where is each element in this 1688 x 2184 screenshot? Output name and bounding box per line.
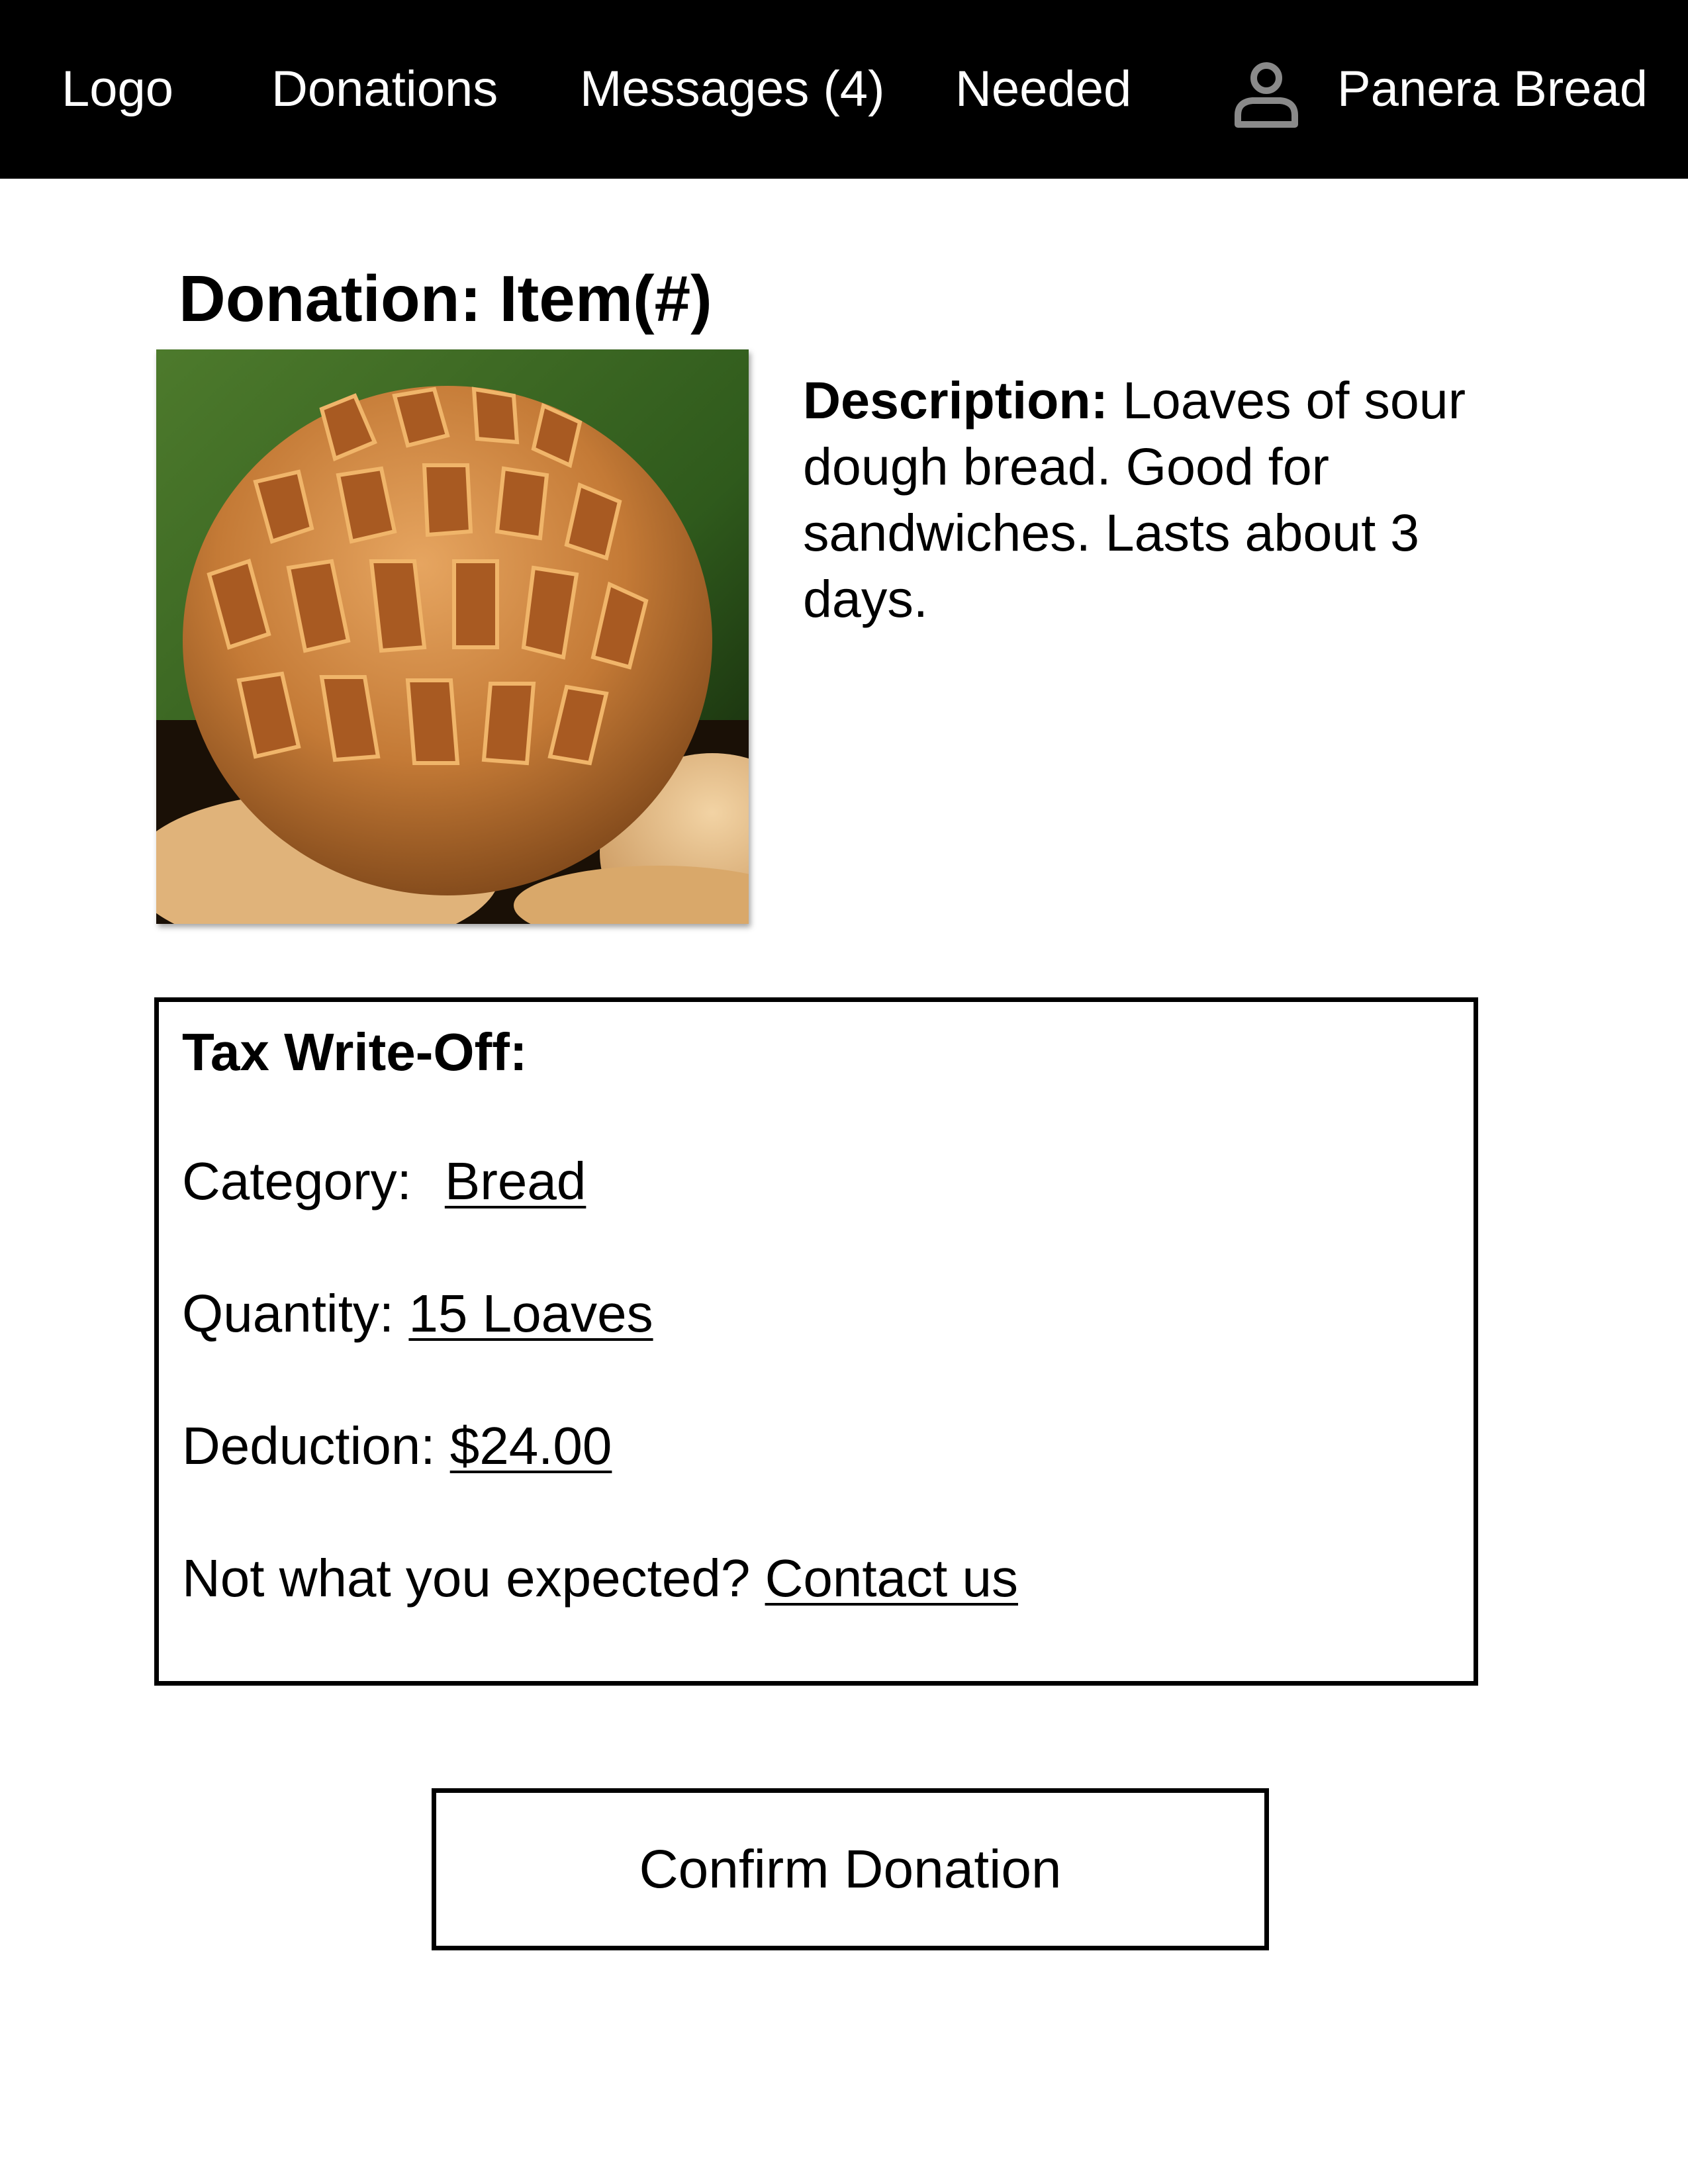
- nav-item-needed[interactable]: Needed: [955, 0, 1131, 179]
- contact-prompt: Not what you expected?: [182, 1549, 751, 1608]
- item-description: Description: Loaves of sour dough bread.…: [803, 367, 1491, 632]
- description-label: Description:: [803, 371, 1108, 430]
- contact-us-link[interactable]: Contact us: [765, 1549, 1018, 1608]
- category-label: Category:: [182, 1152, 412, 1210]
- deduction-value-link[interactable]: $24.00: [450, 1416, 612, 1475]
- confirm-donation-button[interactable]: Confirm Donation: [432, 1788, 1269, 1950]
- nav-logo[interactable]: Logo: [62, 0, 173, 179]
- category-row: Category: Bread: [182, 1151, 586, 1212]
- tax-write-off-panel: Tax Write-Off: Category: Bread Quantity: …: [154, 997, 1478, 1686]
- deduction-label: Deduction:: [182, 1416, 436, 1475]
- page-title: Donation: Item(#): [179, 262, 712, 335]
- donation-item-photo: [156, 349, 749, 924]
- contact-row: Not what you expected? Contact us: [182, 1548, 1018, 1609]
- nav-user-name[interactable]: Panera Bread: [1337, 0, 1648, 179]
- quantity-row: Quantity: 15 Loaves: [182, 1283, 653, 1344]
- quantity-value-link[interactable]: 15 Loaves: [408, 1284, 653, 1343]
- tax-write-off-title: Tax Write-Off:: [182, 1023, 528, 1081]
- category-value-link[interactable]: Bread: [445, 1152, 586, 1210]
- top-nav-bar: Logo Donations Messages (4) Needed Paner…: [0, 0, 1688, 179]
- nav-item-donations[interactable]: Donations: [271, 0, 498, 179]
- quantity-label: Quantity:: [182, 1284, 395, 1343]
- person-icon[interactable]: [1231, 58, 1301, 128]
- deduction-row: Deduction: $24.00: [182, 1416, 612, 1477]
- nav-item-messages[interactable]: Messages (4): [580, 0, 884, 179]
